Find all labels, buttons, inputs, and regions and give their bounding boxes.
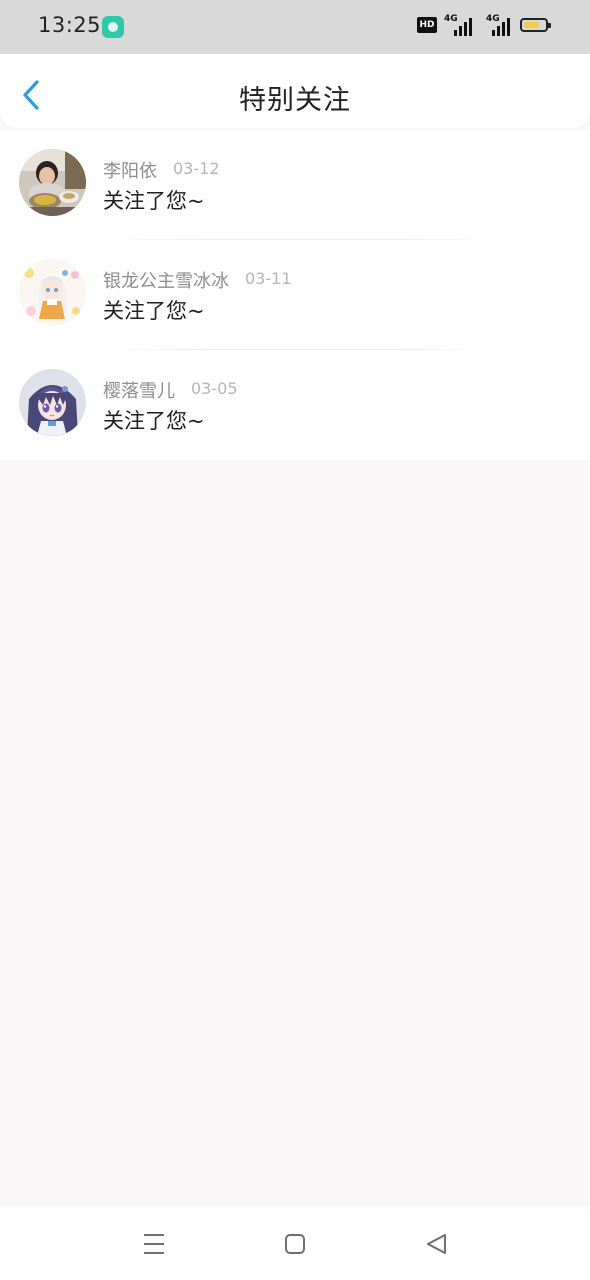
list-item[interactable]: 李阳依 03-12 关注了您~ <box>0 130 590 240</box>
follow-date: 03-05 <box>191 379 238 398</box>
follow-date: 03-11 <box>245 269 292 288</box>
page-title: 特别关注 <box>239 85 351 116</box>
follow-date: 03-12 <box>173 159 220 178</box>
status-time: 13:25 <box>38 13 102 37</box>
list-item[interactable]: 银龙公主雪冰冰 03-11 关注了您~ <box>0 240 590 350</box>
signal-icon: 4G <box>486 14 516 36</box>
notification-message: 关注了您~ <box>103 299 205 323</box>
network-label: 4G <box>444 14 458 24</box>
home-square-icon <box>285 1234 305 1254</box>
list-item[interactable]: 樱落雪儿 03-05 关注了您~ <box>0 350 590 460</box>
battery-icon <box>520 18 551 32</box>
chat-bubble-icon <box>102 16 124 38</box>
followers-list: 李阳依 03-12 关注了您~ 银龙公主雪冰冰 03-11 关注了您~ 樱落雪儿… <box>0 130 590 460</box>
home-button[interactable] <box>280 1229 310 1259</box>
notification-message: 关注了您~ <box>103 189 205 213</box>
status-bar: 13:25 HD 4G 4G <box>0 0 590 54</box>
signal-icon: 4G <box>444 14 474 36</box>
top-header: 特别关注 <box>0 54 590 128</box>
battery-level <box>524 22 539 28</box>
hd-badge: HD <box>417 17 437 33</box>
user-name: 李阳依 <box>103 161 157 182</box>
user-name: 银龙公主雪冰冰 <box>103 271 229 292</box>
back-nav-button[interactable] <box>421 1229 451 1259</box>
system-nav-bar <box>0 1207 590 1280</box>
user-name: 樱落雪儿 <box>103 381 175 402</box>
avatar <box>19 149 86 216</box>
menu-button[interactable] <box>139 1229 169 1259</box>
avatar <box>19 369 86 436</box>
network-label: 4G <box>486 14 500 24</box>
menu-icon <box>144 1234 164 1254</box>
avatar <box>19 259 86 326</box>
back-triangle-icon <box>427 1234 446 1254</box>
notification-message: 关注了您~ <box>103 409 205 433</box>
